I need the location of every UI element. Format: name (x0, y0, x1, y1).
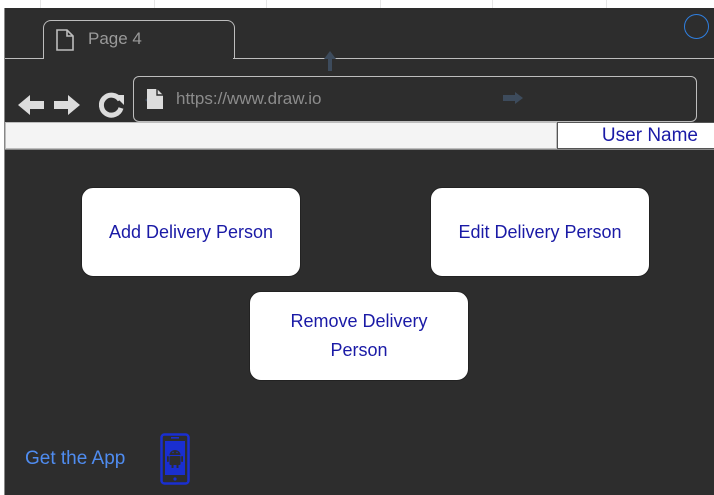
grid-line (492, 0, 493, 8)
tab-strip-line (233, 58, 714, 59)
edit-delivery-person-button[interactable]: Edit Delivery Person (430, 187, 650, 277)
user-name-label: User Name (601, 125, 698, 146)
faint-right-arrow-icon (502, 91, 524, 110)
circle-icon[interactable] (684, 14, 709, 39)
grid-line (40, 0, 41, 8)
page-icon (56, 29, 74, 56)
tab-label: Page 4 (88, 29, 142, 48)
grid-line (380, 0, 381, 8)
get-the-app-link[interactable]: Get the App (25, 448, 125, 470)
url-bar[interactable]: https://www.draw.io (133, 76, 697, 122)
arrow-right-icon[interactable] (53, 94, 81, 121)
document-icon (146, 88, 164, 115)
browser-tab[interactable]: Page 4 (43, 20, 235, 59)
browser-window-mockup: Page 4 https://www.draw.io User Name Add… (4, 8, 714, 495)
url-text: https://www.draw.io (176, 89, 322, 108)
user-name-box[interactable]: User Name (557, 122, 714, 149)
address-row (5, 122, 557, 149)
faint-up-arrow-icon (323, 50, 337, 77)
tab-strip-line (5, 58, 44, 59)
add-delivery-person-button[interactable]: Add Delivery Person (81, 187, 301, 277)
canvas: Page 4 https://www.draw.io User Name Add… (0, 0, 714, 495)
remove-delivery-person-button[interactable]: Remove Delivery Person (249, 291, 469, 381)
grid-line (266, 0, 267, 8)
grid-line (154, 0, 155, 8)
android-phone-icon[interactable] (160, 433, 190, 490)
reload-icon[interactable] (98, 92, 125, 123)
arrow-left-icon[interactable] (17, 94, 45, 121)
divider (5, 149, 714, 150)
grid-line (606, 0, 607, 8)
